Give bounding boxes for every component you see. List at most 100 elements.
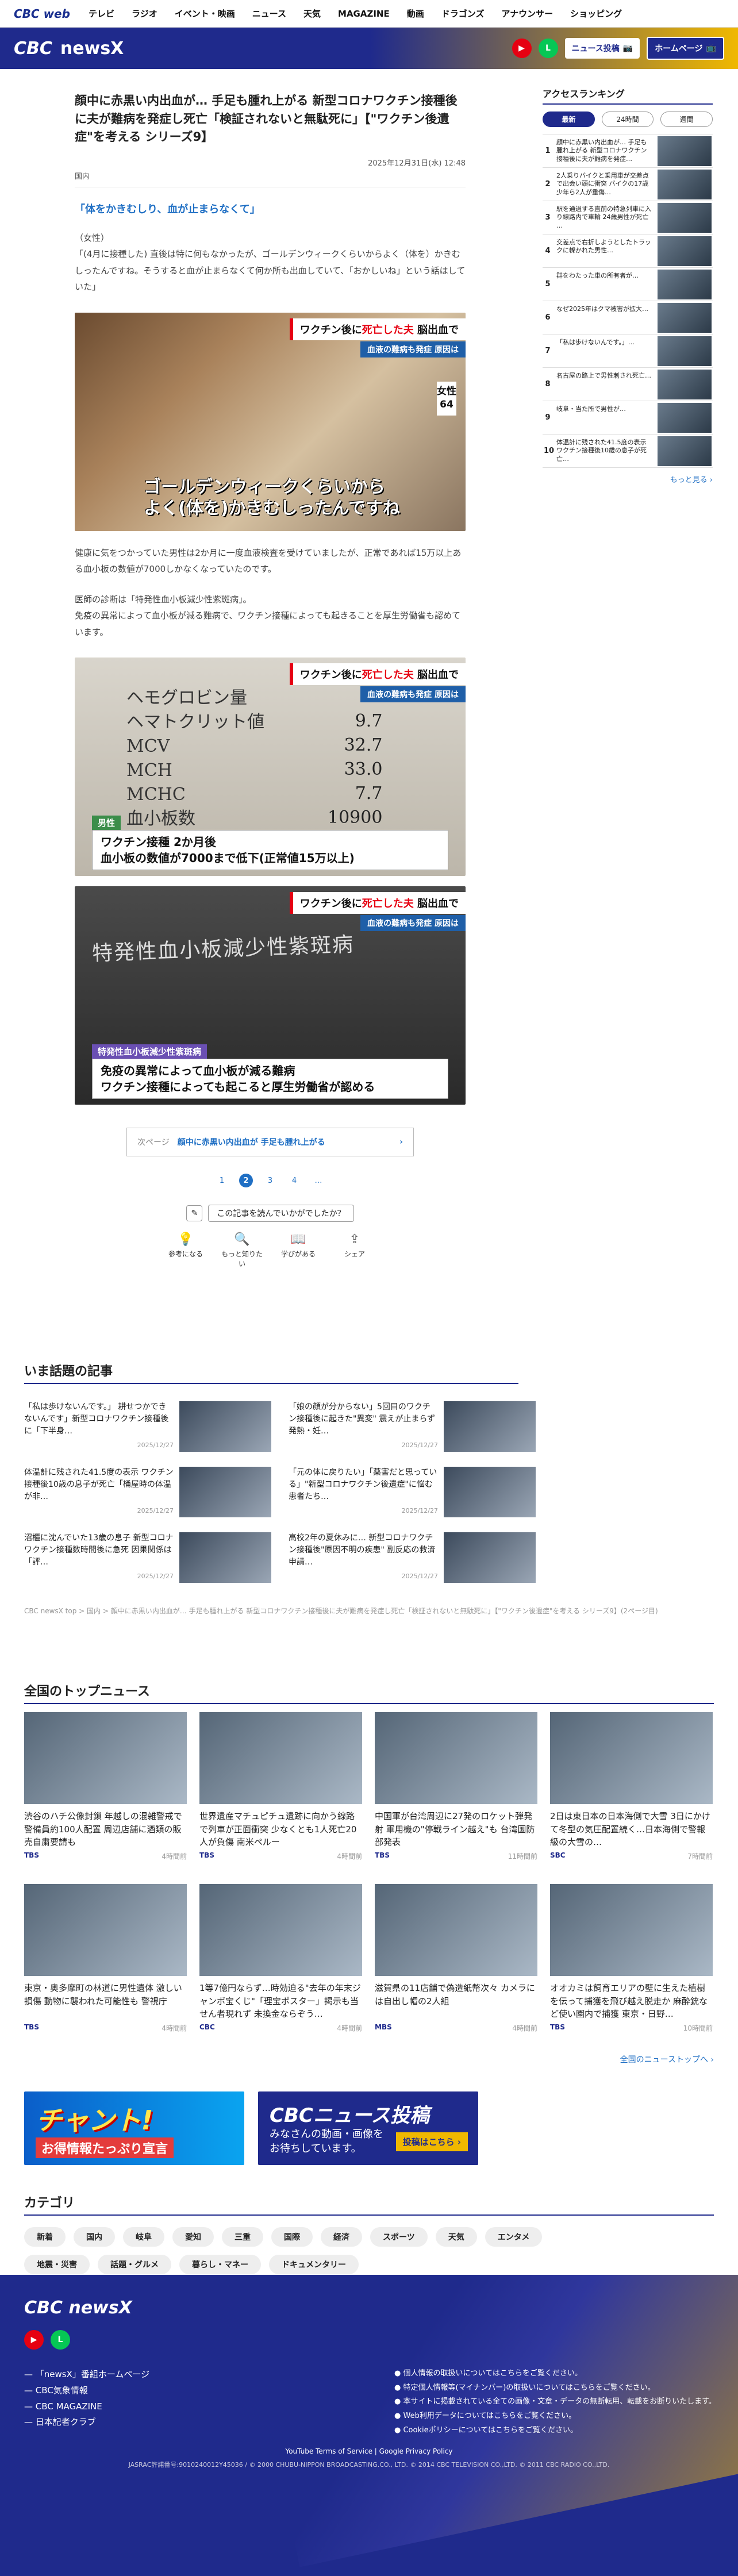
nav-shopping[interactable]: ショッピング [570, 7, 622, 20]
article-date: 2025年12月31日(水) 12:48 [368, 159, 466, 168]
line-icon[interactable]: L [538, 39, 558, 58]
nav-radio[interactable]: ラジオ [132, 7, 157, 20]
tab-latest[interactable]: 最新 [543, 112, 595, 127]
top-news-card[interactable]: オオカミは飼育エリアの壁に生えた植樹を伝って捕獲を飛び越え脱走か 麻酔銃など使い… [550, 1884, 713, 2033]
trending-item[interactable]: 高校2年の夏休みに… 新型コロナワクチン接種後"原因不明の疾患" 副反応の救済申… [289, 1532, 536, 1583]
access-ranking: アクセスランキング 最新 24時間 週間 1 顔中に赤黒い内出血が… 手足も腫れ上… [543, 86, 713, 485]
category-mie[interactable]: 三重 [222, 2227, 263, 2247]
category-entertainment[interactable]: エンタメ [485, 2227, 543, 2247]
category-aichi[interactable]: 愛知 [172, 2227, 214, 2247]
ranking-item[interactable]: 3 駅を通過する直前の特急列車に入り線路内で車輪 24歳男性が死亡 … [543, 201, 713, 234]
category-gifu[interactable]: 岐阜 [123, 2227, 164, 2247]
page-3[interactable]: 3 [263, 1174, 277, 1187]
youtube-icon[interactable]: ▶ [512, 39, 532, 58]
ranking-item[interactable]: 5 群をわたった車の所有者が… [543, 268, 713, 301]
news-post-banner-title: CBCニュース投稿 [270, 2104, 430, 2127]
ranking-item[interactable]: 7 「私は歩けないんです。」… [543, 335, 713, 368]
footer-link[interactable]: — 日本記者クラブ [24, 2414, 149, 2431]
top-news-card[interactable]: 滋賀県の11店舗で偽造紙幣次々 カメラには自出し帽の2人組 MBS 4時間前 [375, 1884, 537, 2033]
next-page-link[interactable]: 次ページ 顔中に赤黒い内出血が 手足も腫れ上がる › [126, 1128, 414, 1156]
nav-tv[interactable]: テレビ [89, 7, 114, 20]
trending-item[interactable]: 「娘の顔が分からない」5回目のワクチン接種後に起きた"異変" 震えが止まらず発熱… [289, 1401, 536, 1452]
trending-item[interactable]: 沼櫃に沈んでいた13歳の息子 新型コロナワクチン接種数時間後に急死 因果関係は「… [24, 1532, 271, 1583]
footer-policy-link[interactable]: ● 特定個人情報等(マイナンバー)の取扱いについてはこちらをご覧ください。 [394, 2381, 716, 2396]
footer-policy-link[interactable]: ● 個人情報の取扱いについてはこちらをご覧ください。 [394, 2367, 716, 2381]
reaction-learned[interactable]: 📖 学びがある [275, 1232, 321, 1268]
top-news-card[interactable]: 中国軍が台湾周辺に27発のロケット弾発射 軍用機の"停戦ライン越え"も 台湾国防… [375, 1712, 537, 1861]
news-post-button[interactable]: ニュース投稿 📷 [564, 38, 640, 59]
footer-link[interactable]: — CBC気象情報 [24, 2383, 149, 2399]
ranking-item[interactable]: 1 顔中に赤黒い内出血が… 手足も腫れ上がる 新型コロナワクチン接種後に夫が難病を… [543, 134, 713, 168]
reaction-helpful[interactable]: 💡 参考になる [163, 1232, 209, 1268]
next-page-label: 次ページ [137, 1138, 170, 1147]
top-news-card[interactable]: 1等7億円ならず…時効迫る"去年の年末ジャンボ宝くじ"「理宝ポスター」掲示も当せ… [199, 1884, 362, 2033]
footer-link[interactable]: — CBC MAGAZINE [24, 2399, 149, 2415]
top-news-more-link[interactable]: 全国のニューストップへ › [24, 2054, 714, 2065]
pagination: 1 2 3 4 … [75, 1174, 466, 1187]
cbc-web-logo[interactable]: CBC web [14, 7, 89, 21]
category-new[interactable]: 新着 [24, 2227, 66, 2247]
footer-policy-link[interactable]: ● Web利用データについてはこちらをご覧ください。 [394, 2409, 716, 2424]
youtube-icon[interactable]: ▶ [24, 2330, 44, 2350]
nav-video[interactable]: 動画 [407, 7, 424, 20]
ranking-item[interactable]: 4 交差点で右折しようとしたトラックに轢かれた男性… [543, 234, 713, 268]
ranking-item[interactable]: 2 2人乗りバイクと乗用車が交差点で出会い頭に衝突 バイクの17歳少年ら2人が重傷… [543, 168, 713, 201]
category-documentary[interactable]: ドキュメンタリー [269, 2255, 359, 2274]
category-weather[interactable]: 天気 [435, 2227, 477, 2247]
trending-item[interactable]: 「元の体に戻りたい」「薬害だと思っている」"新型コロナワクチン後遺症"に悩む患者… [289, 1467, 536, 1517]
article-title: 顔中に赤黒い内出血が… 手足も腫れ上がる 新型コロナワクチン接種後に夫が難病を発… [75, 94, 458, 144]
ranking-more-link[interactable]: もっと見る › [543, 474, 713, 485]
news-post-banner[interactable]: CBCニュース投稿 みなさんの動画・画像を お待ちしています。 投稿はこちら › [258, 2091, 478, 2165]
reaction-share[interactable]: ⇪ シェア [332, 1232, 378, 1268]
logo-cbc: CBC [14, 38, 52, 59]
category-disaster[interactable]: 地震・災害 [24, 2255, 90, 2274]
nav-news[interactable]: ニュース [252, 7, 286, 20]
nav-events[interactable]: イベント・映画 [175, 7, 235, 20]
footer-terms[interactable]: YouTube Terms of Service | Google Privac… [0, 2447, 738, 2455]
category-gourmet[interactable]: 話題・グルメ [98, 2255, 171, 2274]
ranking-item[interactable]: 6 なぜ2025年はクマ被害が拡大… [543, 301, 713, 335]
chant-banner[interactable]: チャント! お得情報たっぷり宣言 [24, 2091, 244, 2165]
tab-24h[interactable]: 24時間 [601, 112, 654, 127]
ranking-item[interactable]: 8 名古屋の路上で男性刺され死亡… [543, 368, 713, 401]
footer-link[interactable]: — 「newsX」番組ホームページ [24, 2367, 149, 2383]
reaction-want-more[interactable]: 🔍 もっと知りたい [219, 1232, 265, 1268]
tab-weekly[interactable]: 週間 [660, 112, 713, 127]
trending-thumbnail [179, 1532, 271, 1583]
page-4[interactable]: 4 [287, 1174, 301, 1187]
news-thumbnail [375, 1712, 537, 1804]
top-news-card[interactable]: 2日は東日本の日本海側で大雪 3日にかけて冬型の気圧配置続く…日本海側で警報級の… [550, 1712, 713, 1861]
top-news-card[interactable]: 世界遺産マチュピチュ遺跡に向かう線路で列車が正面衝突 少なくとも1人死亡20人が… [199, 1712, 362, 1861]
category-international[interactable]: 国際 [271, 2227, 313, 2247]
article-paragraph-2: 健康に気をつかっていた男性は2か月に一度血液検査を受けていましたが、正常であれば… [75, 547, 462, 575]
category-living[interactable]: 暮らし・マネー [179, 2255, 261, 2274]
telop-text: 免疫の異常によって血小板が減る難病 ワクチン接種によっても起こると厚生労働省が認… [92, 1059, 448, 1099]
newsx-logo[interactable]: CBC newsX [14, 39, 124, 59]
ranking-item[interactable]: 10 体温計に残された41.5度の表示 ワクチン接種後10歳の息子が死亡… [543, 435, 713, 468]
nav-announcer[interactable]: アナウンサー [501, 7, 553, 20]
line-icon[interactable]: L [51, 2330, 70, 2350]
page-1[interactable]: 1 [215, 1174, 229, 1187]
top-news-section: 全国のトップニュース 渋谷のハチ公像封鎖 年越しの混雑警戒で警備員約100人配置… [24, 1681, 714, 2274]
trending-title: いま話題の記事 [24, 1361, 518, 1384]
category-sports[interactable]: スポーツ [370, 2227, 428, 2247]
trending-item[interactable]: 「私は歩けないんです。」 耕せつかできないんです」新型コロナワクチン接種後に「下… [24, 1401, 271, 1452]
top-news-card[interactable]: 東京・奥多摩町の林道に男性遺体 激しい損傷 動物に襲われた可能性も 警視庁 TBS… [24, 1884, 187, 2033]
footer-policy-link[interactable]: ● 本サイトに掲載されている全ての画像・文章・データの無断転用、転載をお断りいた… [394, 2395, 716, 2409]
trending-grid: 「私は歩けないんです。」 耕せつかできないんです」新型コロナワクチン接種後に「下… [24, 1401, 714, 1583]
nav-weather[interactable]: 天気 [303, 7, 321, 20]
top-news-card[interactable]: 渋谷のハチ公像封鎖 年越しの混雑警戒で警備員約100人配置 周辺店舗に酒類の販売… [24, 1712, 187, 1861]
homepage-button[interactable]: ホームページ 📺 [647, 37, 724, 60]
category-domestic[interactable]: 国内 [74, 2227, 115, 2247]
ranking-item[interactable]: 9 岐阜・当た所で男性が… [543, 401, 713, 435]
nav-magazine[interactable]: MAGAZINE [338, 9, 390, 19]
trending-item[interactable]: 体温計に残された41.5度の表示 ワクチン接種後10歳の息子が死亡「桶屋時の体温… [24, 1467, 271, 1517]
footer-policy-link[interactable]: ● Cookieポリシーについてはこちらをご覧ください。 [394, 2424, 716, 2438]
nav-dragons[interactable]: ドラゴンズ [441, 7, 485, 20]
page-2[interactable]: 2 [239, 1174, 253, 1187]
ranking-thumbnail [658, 269, 712, 299]
news-thumbnail [199, 1884, 362, 1976]
ranking-thumbnail [658, 136, 712, 166]
category-economy[interactable]: 経済 [321, 2227, 362, 2247]
top-nav: CBC web テレビ ラジオ イベント・映画 ニュース 天気 MAGAZINE… [0, 0, 738, 28]
